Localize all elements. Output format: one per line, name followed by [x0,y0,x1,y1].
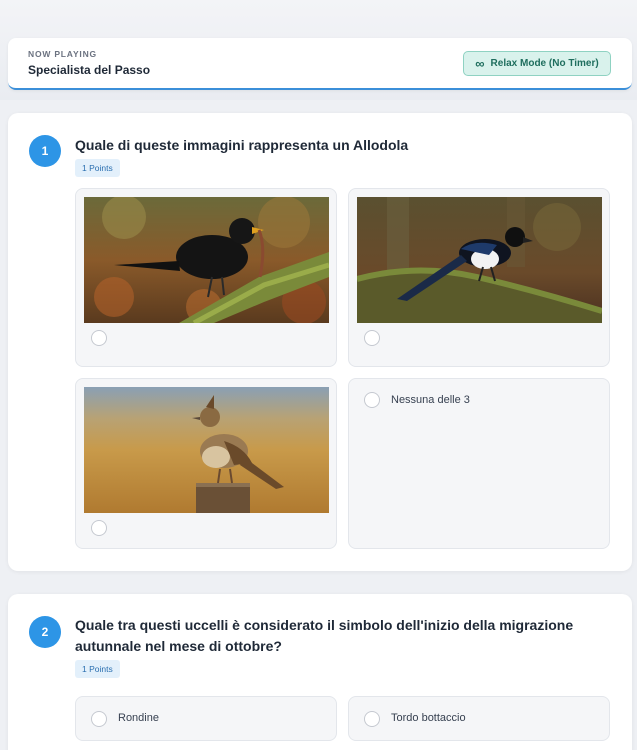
answer-label: Rondine [118,712,159,724]
answer-option-1[interactable] [75,188,337,367]
answer-radio[interactable] [364,392,380,408]
quiz-title: Specialista del Passo [28,63,151,77]
answer-radio[interactable] [91,520,107,536]
relax-mode-badge: ∞ Relax Mode (No Timer) [463,51,611,76]
question-text: Quale di queste immagini rappresenta un … [75,137,409,153]
now-playing-label: NOW PLAYING [28,49,97,59]
magpie-photo [357,197,602,323]
answer-label: Tordo bottaccio [391,712,466,724]
answer-option-2[interactable] [348,188,610,367]
answer-option-3[interactable] [75,378,337,549]
answer-option-4[interactable]: Nessuna delle 3 [348,378,610,549]
points-badge: 1 Points [75,159,120,177]
answer-option-1[interactable]: Rondine [75,696,337,741]
points-badge: 1 Points [75,660,120,678]
answer-radio[interactable] [91,711,107,727]
question-text-line-1: Quale tra questi uccelli è considerato i… [75,617,574,633]
blackbird-photo [84,197,329,323]
answer-radio[interactable] [364,711,380,727]
answer-radio[interactable] [364,330,380,346]
question-text: Quale tra questi uccelli è considerato i… [75,615,595,657]
question-text-line-2: autunnale nel mese di ottobre? [75,638,282,654]
answer-radio[interactable] [91,330,107,346]
answer-option-2[interactable]: Tordo bottaccio [348,696,610,741]
question-number-badge: 2 [29,616,61,648]
skylark-photo [84,387,329,513]
answer-label: Nessuna delle 3 [391,394,470,406]
question-card-2: 2 Quale tra questi uccelli è considerato… [8,594,632,750]
question-card-1: 1 Quale di queste immagini rappresenta u… [8,113,632,571]
relax-mode-label: Relax Mode (No Timer) [490,58,599,69]
now-playing-header: NOW PLAYING Specialista del Passo ∞ Rela… [8,38,632,90]
infinity-icon: ∞ [475,56,485,71]
question-number-badge: 1 [29,135,61,167]
